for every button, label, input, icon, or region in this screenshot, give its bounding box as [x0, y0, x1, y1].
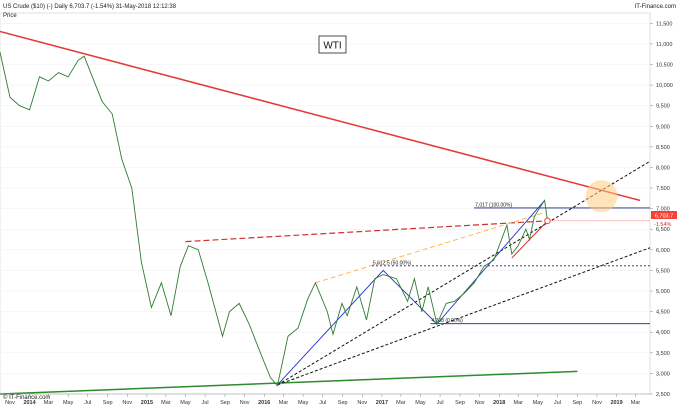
- y-tick-label: 6,500: [656, 227, 670, 233]
- y-tick-label: 11,000: [656, 42, 672, 48]
- y-tick-label: 5,500: [656, 268, 670, 274]
- y-tick-label: 9,500: [656, 104, 670, 110]
- y-tick-label: 2,500: [656, 392, 670, 398]
- y-tick-label: 3,000: [656, 371, 670, 377]
- x-tick-label: Jul: [437, 400, 444, 406]
- x-tick-label: Sep: [220, 400, 230, 406]
- header-brand: IT-Finance.com: [635, 4, 676, 10]
- y-tick-label: 5,000: [656, 289, 670, 295]
- x-tick-label: Mar: [631, 400, 641, 406]
- x-tick-label: Nov: [240, 400, 250, 406]
- x-tick-label: Sep: [572, 400, 582, 406]
- x-tick-label: Jul: [554, 400, 561, 406]
- y-tick-label: 10,000: [656, 83, 673, 89]
- x-tick-label: Nov: [592, 400, 602, 406]
- x-tick-label: Mar: [513, 400, 523, 406]
- x-tick-label: 2018: [493, 400, 505, 406]
- y-tick-label: 4,000: [656, 330, 670, 336]
- last-price-marker: [544, 217, 551, 225]
- copyright: © IT-Finance.com: [3, 394, 50, 401]
- x-tick-label: Nov: [122, 400, 132, 406]
- x-tick-label: Jul: [319, 400, 326, 406]
- x-tick-label: May: [63, 400, 74, 406]
- x-tick-label: 2017: [376, 400, 388, 406]
- y-tick-label: 10,500: [656, 62, 673, 68]
- x-tick-label: May: [415, 400, 426, 406]
- chart-title: WTI: [323, 41, 341, 52]
- last-change-label: -1.54%: [654, 222, 672, 228]
- x-tick-label: Nov: [475, 400, 485, 406]
- x-tick-label: 2019: [610, 400, 622, 406]
- x-tick-label: 2015: [141, 400, 153, 406]
- chart: 7,017 (100.00%) 5,612.5 (50.00%) 4,208 (0.…: [0, 0, 679, 407]
- x-tick-label: Mar: [161, 400, 171, 406]
- chart-canvas: 7,017 (100.00%)5,612.5 (50.00%)4,208 (0.…: [0, 0, 679, 407]
- last-price-label: 6,703.7: [655, 214, 673, 220]
- x-tick-label: Jul: [202, 400, 209, 406]
- x-tick-label: May: [180, 400, 191, 406]
- fib-level-label: 5,612.5 (50.00%): [373, 260, 412, 266]
- highlight-circle: [585, 180, 618, 213]
- x-tick-label: May: [533, 400, 544, 406]
- plot-area: [0, 12, 651, 395]
- y-tick-label: 3,500: [656, 351, 670, 357]
- header-title: US Crude ($10) (-) Daily 6,703.7 (-1.54%…: [3, 4, 177, 10]
- x-tick-label: Sep: [338, 400, 348, 406]
- x-tick-label: Mar: [396, 400, 406, 406]
- x-tick-label: Mar: [279, 400, 289, 406]
- y-tick-label: 6,000: [656, 248, 670, 254]
- chart-title-box: WTI: [318, 35, 347, 54]
- fib-level-label: 7,017 (100.00%): [475, 202, 512, 208]
- y-tick-label: 4,500: [656, 310, 670, 316]
- x-tick-label: Nov: [357, 400, 367, 406]
- x-tick-label: Sep: [455, 400, 465, 406]
- y-tick-label: 7,500: [656, 186, 670, 192]
- y-tick-label: 9,000: [656, 124, 670, 130]
- price-axis-label: Price: [3, 13, 17, 19]
- y-tick-label: 11,500: [656, 21, 672, 27]
- x-tick-label: Sep: [103, 400, 113, 406]
- x-tick-label: May: [298, 400, 309, 406]
- y-tick-label: 8,500: [656, 145, 670, 151]
- y-tick-label: 8,000: [656, 165, 670, 171]
- x-tick-label: 2016: [258, 400, 270, 406]
- x-tick-label: Jul: [84, 400, 91, 406]
